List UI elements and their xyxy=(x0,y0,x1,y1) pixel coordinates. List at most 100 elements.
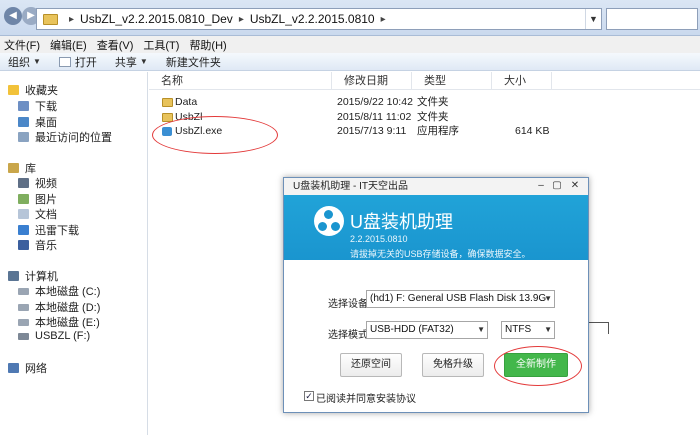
open-icon xyxy=(58,56,71,67)
thunder-download-icon xyxy=(18,225,29,235)
chevron-down-icon: ▼ xyxy=(139,57,148,66)
file-type: 应用程序 xyxy=(417,125,459,137)
search-input[interactable] xyxy=(606,8,698,30)
new-folder-button[interactable]: 新建文件夹 xyxy=(166,54,221,70)
chevron-down-icon: ▼ xyxy=(477,325,485,334)
nav-recent[interactable]: 最近访问的位置 xyxy=(18,129,112,145)
nav-thunder[interactable]: 迅雷下载 xyxy=(18,222,79,238)
open-button[interactable]: 打开 xyxy=(58,54,97,70)
downloads-icon xyxy=(18,101,29,111)
organize-button[interactable]: 组织 ▼ xyxy=(8,54,41,70)
pictures-icon xyxy=(18,194,29,204)
mode-select[interactable]: USB-HDD (FAT32) ▼ xyxy=(366,321,488,339)
organize-label: 组织 xyxy=(8,56,30,69)
minimize-icon[interactable]: – xyxy=(534,179,548,193)
dialog-header: U盘装机助理 2.2.2015.0810 请拔掉无关的USB存储设备，确保数据安… xyxy=(284,195,588,260)
nav-desktop[interactable]: 桌面 xyxy=(18,114,57,130)
folder-icon xyxy=(43,13,58,25)
breadcrumb-folder1[interactable]: UsbZL_v2.2.2015.0810_Dev xyxy=(80,12,233,26)
nav-downloads-label: 下载 xyxy=(35,101,57,113)
nav-disk-e[interactable]: 本地磁盘 (E:) xyxy=(18,314,100,330)
share-button[interactable]: 共享 ▼ xyxy=(115,54,148,70)
column-type[interactable]: 类型 xyxy=(412,72,492,90)
format-free-upgrade-button[interactable]: 免格升级 xyxy=(422,353,484,377)
music-icon xyxy=(18,240,29,250)
nav-pictures-label: 图片 xyxy=(35,194,57,206)
menu-edit[interactable]: 编辑(E) xyxy=(50,37,87,53)
agree-label: 已阅读并同意安装协议 xyxy=(316,394,416,405)
nav-computer[interactable]: 计算机 xyxy=(8,268,58,284)
file-size: 614 KB xyxy=(515,125,550,137)
documents-icon xyxy=(18,209,29,219)
nav-recent-label: 最近访问的位置 xyxy=(35,132,112,144)
menu-file[interactable]: 文件(F) xyxy=(4,37,40,53)
highlight-ellipse xyxy=(152,116,278,154)
nav-disk-c[interactable]: 本地磁盘 (C:) xyxy=(18,283,100,299)
device-value: (hd1) F: General USB Flash Disk 13.9G xyxy=(370,293,547,304)
menu-tools[interactable]: 工具(T) xyxy=(143,37,179,53)
file-row[interactable]: Data 2015/9/22 10:42 文件夹 xyxy=(160,95,700,110)
nav-disk-d[interactable]: 本地磁盘 (D:) xyxy=(18,299,100,315)
filesystem-select[interactable]: NTFS ▼ xyxy=(501,321,555,339)
nav-disk-d-label: 本地磁盘 (D:) xyxy=(35,302,101,314)
restore-space-button[interactable]: 还原空间 xyxy=(340,353,402,377)
nav-downloads[interactable]: 下载 xyxy=(18,98,57,114)
recent-places-icon xyxy=(18,132,29,142)
dialog-version: 2.2.2015.0810 xyxy=(350,234,408,244)
mode-value: USB-HDD (FAT32) xyxy=(370,324,454,335)
address-bar[interactable]: ▸ UsbZL_v2.2.2015.0810_Dev ▸ UsbZL_v2.2.… xyxy=(36,8,602,30)
highlight-ellipse xyxy=(494,346,582,386)
dialog-window-title: U盘装机助理 - IT天空出品 xyxy=(293,181,408,192)
column-name[interactable]: 名称 xyxy=(149,72,332,90)
nav-pictures[interactable]: 图片 xyxy=(18,191,57,207)
chevron-down-icon: ▼ xyxy=(33,57,41,66)
logo-dot xyxy=(318,222,327,231)
file-type: 文件夹 xyxy=(417,96,449,108)
column-size[interactable]: 大小 xyxy=(492,72,552,90)
file-date: 2015/9/22 10:42 xyxy=(337,96,413,108)
dialog-title: U盘装机助理 xyxy=(350,212,453,232)
breadcrumb-folder2[interactable]: UsbZL_v2.2.2015.0810 xyxy=(250,12,375,26)
disk-icon xyxy=(18,287,29,295)
nav-videos[interactable]: 视频 xyxy=(18,175,57,191)
nav-network[interactable]: 网络 xyxy=(8,360,47,376)
nav-videos-label: 视频 xyxy=(35,178,57,190)
column-type-label: 类型 xyxy=(424,75,446,87)
address-dropdown-icon[interactable]: ▼ xyxy=(585,9,601,29)
nav-library[interactable]: 库 xyxy=(8,160,36,176)
new-folder-label: 新建文件夹 xyxy=(165,56,221,69)
library-icon xyxy=(8,163,19,173)
maximize-icon[interactable]: ▢ xyxy=(550,179,564,193)
device-select[interactable]: (hd1) F: General USB Flash Disk 13.9G ▼ xyxy=(366,290,555,308)
nav-favorites[interactable]: 收藏夹 xyxy=(8,82,58,98)
logo-dot xyxy=(331,222,340,231)
nav-favorites-label: 收藏夹 xyxy=(25,85,58,97)
nav-usbzl-label: USBZL (F:) xyxy=(35,330,91,342)
nav-computer-label: 计算机 xyxy=(25,271,58,283)
file-name: Data xyxy=(175,96,198,108)
breadcrumb-separator-icon: ▸ xyxy=(69,13,75,25)
file-date: 2015/8/11 11:02 xyxy=(337,111,412,123)
close-icon[interactable]: ✕ xyxy=(568,179,582,193)
agree-checkbox[interactable]: ✓ xyxy=(304,391,314,401)
breadcrumb-separator-icon: ▸ xyxy=(238,13,244,25)
chevron-down-icon: ▼ xyxy=(544,294,552,303)
navigation-pane: 收藏夹 下载 桌面 最近访问的位置 库 视频 图片 文档 迅雷下载 音乐 计算机 xyxy=(0,72,148,435)
menu-view[interactable]: 查看(V) xyxy=(97,37,134,53)
device-label: 选择设备 xyxy=(328,299,368,310)
star-icon xyxy=(8,85,19,95)
nav-music[interactable]: 音乐 xyxy=(18,237,57,253)
disk-icon xyxy=(18,318,29,326)
nav-library-label: 库 xyxy=(25,163,36,175)
filesystem-value: NTFS xyxy=(505,324,532,335)
nav-documents[interactable]: 文档 xyxy=(18,206,57,222)
column-name-label: 名称 xyxy=(161,75,183,87)
nav-usbzl[interactable]: USBZL (F:) xyxy=(18,330,90,342)
menu-help[interactable]: 帮助(H) xyxy=(189,37,226,53)
back-icon[interactable]: ◀ xyxy=(4,7,22,25)
column-date[interactable]: 修改日期 xyxy=(332,72,412,90)
nav-disk-e-label: 本地磁盘 (E:) xyxy=(35,317,100,329)
column-date-label: 修改日期 xyxy=(344,75,388,87)
nav-network-label: 网络 xyxy=(25,363,47,375)
share-label: 共享 xyxy=(114,56,137,69)
